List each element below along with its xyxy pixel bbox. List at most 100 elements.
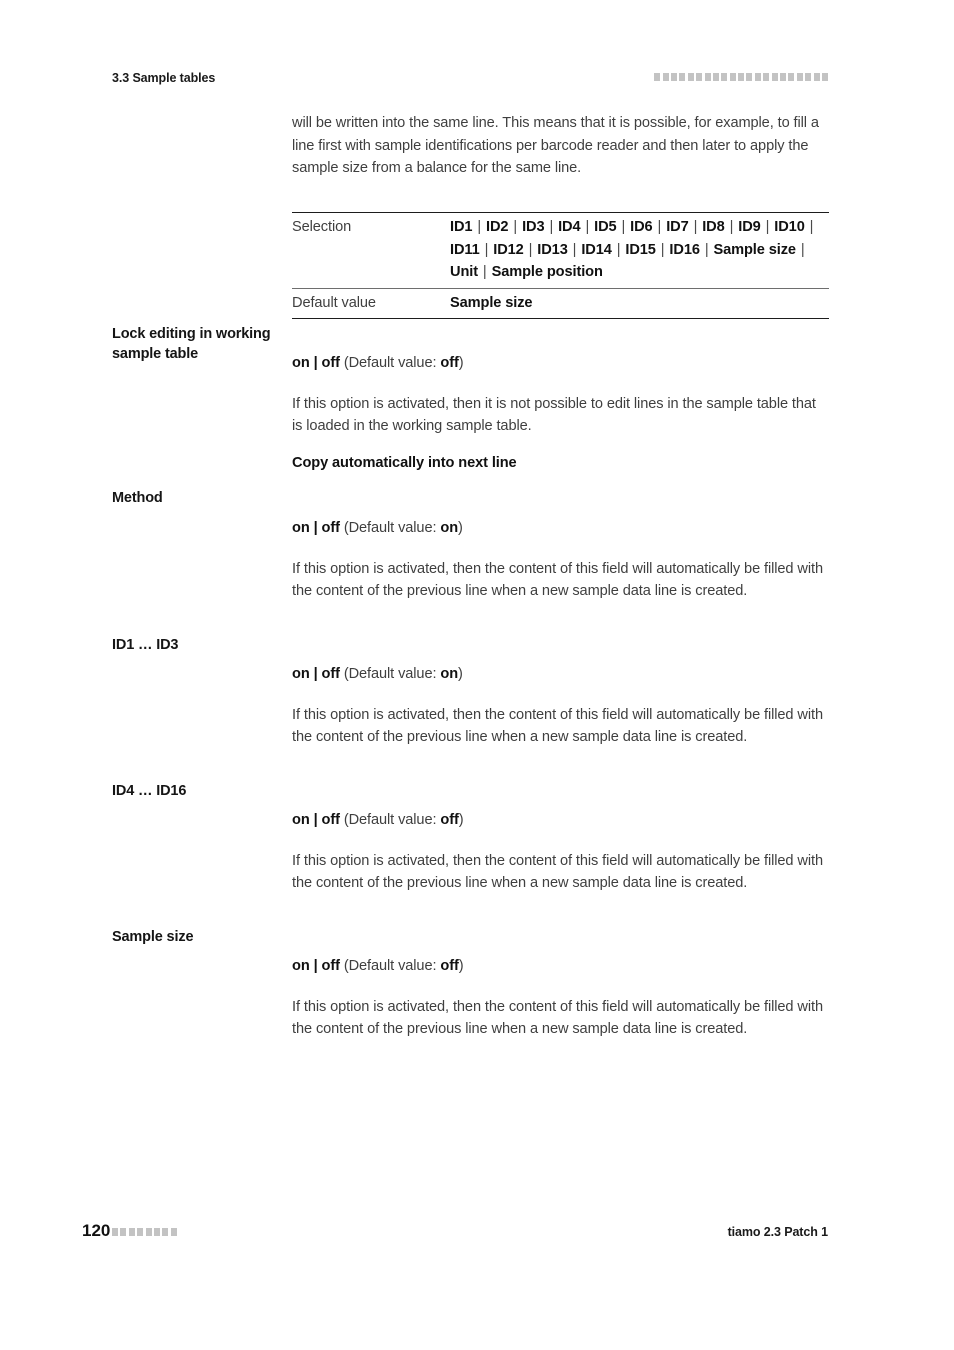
marker-square (679, 73, 686, 81)
section-description: If this option is activated, then it is … (292, 395, 816, 435)
default-suffix: ) (458, 520, 463, 536)
section-heading: ID1 … ID3 (112, 637, 179, 653)
marker-square (729, 73, 736, 81)
section-body: on | off (Default value: off) If this op… (292, 809, 829, 895)
default-value: off (440, 812, 459, 828)
option-separator: | (509, 219, 522, 235)
section-heading: Lock editing in working sample table (112, 326, 271, 362)
table-cell-value: Sample size (450, 294, 533, 311)
table-cell-value: ID1 | ID2 | ID3 | ID4 | ID5 | ID6 | ID7 … (450, 213, 829, 288)
table-cell-key: Default value (292, 294, 376, 311)
marker-square (687, 73, 694, 81)
option-separator: | (617, 219, 630, 235)
running-header: 3.3 Sample tables (0, 70, 954, 88)
marker-square (788, 73, 795, 81)
default-prefix: (Default value: (339, 958, 441, 974)
selection-option: ID3 (522, 219, 545, 235)
marker-square (822, 73, 828, 81)
default-value: on (440, 666, 459, 682)
option-separator: | (761, 219, 774, 235)
marker-square (721, 73, 728, 81)
default-value: off (440, 355, 459, 371)
option-separator: | (653, 219, 666, 235)
default-suffix: ) (458, 812, 464, 828)
option-separator: | (689, 219, 702, 235)
marker-square (738, 73, 745, 81)
marker-square (662, 73, 669, 81)
option-values-line: on | off (Default value: off) (292, 955, 829, 978)
selection-option: Sample position (491, 264, 603, 281)
option-separator: | (478, 264, 491, 281)
marker-square (162, 1228, 169, 1236)
table-row: Selection ID1 | ID2 | ID3 | ID4 | ID5 | … (292, 213, 829, 288)
option-separator: | (524, 241, 537, 258)
selection-option: ID1 (450, 219, 473, 235)
default-suffix: ) (458, 666, 463, 682)
footer-product-name: tiamo 2.3 Patch 1 (727, 1225, 829, 1239)
option-separator: | (805, 219, 814, 235)
marker-square (170, 1228, 177, 1236)
option-values: on | off (292, 958, 340, 974)
selection-option: ID13 (537, 241, 568, 258)
selection-option: ID12 (493, 241, 524, 258)
option-separator: | (480, 241, 493, 258)
option-separator: | (612, 241, 625, 258)
footer-marker-squares (112, 1228, 177, 1236)
option-values: on | off (292, 355, 340, 371)
marker-square (120, 1228, 127, 1236)
table-rule-bottom (292, 318, 829, 320)
section-heading: Copy automatically into next line (292, 455, 517, 471)
section-heading: Method (112, 490, 163, 506)
section-description: If this option is activated, then the co… (292, 998, 823, 1038)
option-separator: | (796, 241, 805, 258)
option-separator: | (725, 219, 738, 235)
selection-option: ID6 (630, 219, 653, 235)
option-values: on | off (292, 520, 340, 536)
option-values-line: on | off (Default value: on) (292, 517, 829, 540)
option-separator: | (581, 219, 594, 235)
default-suffix: ) (458, 355, 464, 371)
option-separator: | (656, 241, 669, 258)
section-body: on | off (Default value: on) If this opt… (292, 663, 829, 749)
selection-option: ID8 (702, 219, 725, 235)
option-values-line: on | off (Default value: off) (292, 352, 829, 375)
section-description: If this option is activated, then the co… (292, 560, 823, 600)
header-marker-squares (654, 73, 828, 81)
section-description: If this option is activated, then the co… (292, 852, 823, 892)
default-prefix: (Default value: (339, 520, 441, 536)
option-separator: | (700, 241, 713, 258)
marker-square (696, 73, 703, 81)
marker-square (670, 73, 677, 81)
header-section-title: 3.3 Sample tables (112, 71, 216, 85)
marker-square (654, 73, 661, 81)
selection-option: ID14 (581, 241, 612, 258)
marker-square (763, 73, 770, 81)
selection-option: Unit (450, 264, 478, 281)
marker-square (128, 1228, 135, 1236)
default-prefix: (Default value: (339, 355, 441, 371)
option-values: on | off (292, 812, 340, 828)
selection-option: ID5 (594, 219, 617, 235)
selection-option: ID9 (738, 219, 761, 235)
selection-option: ID4 (558, 219, 581, 235)
default-value: on (440, 520, 459, 536)
section-body: on | off (Default value: off) If this op… (292, 955, 829, 1041)
default-value: off (440, 958, 459, 974)
option-values-line: on | off (Default value: on) (292, 663, 829, 686)
section-heading: ID4 … ID16 (112, 783, 187, 799)
intro-paragraph: will be written into the same line. This… (292, 112, 829, 180)
marker-square (813, 73, 820, 81)
selection-option: ID16 (669, 241, 700, 258)
table-row: Default value Sample size (292, 289, 829, 319)
option-values: on | off (292, 666, 340, 682)
selection-option: ID7 (666, 219, 689, 235)
marker-square (796, 73, 803, 81)
selection-option: ID11 (450, 241, 480, 258)
specification-table: Selection ID1 | ID2 | ID3 | ID4 | ID5 | … (292, 212, 829, 320)
marker-square (137, 1228, 144, 1236)
marker-square (145, 1228, 152, 1236)
page-footer: 120 tiamo 2.3 Patch 1 (0, 1222, 954, 1242)
page-number: 120 (82, 1221, 111, 1240)
option-separator: | (568, 241, 581, 258)
option-separator: | (473, 219, 486, 235)
